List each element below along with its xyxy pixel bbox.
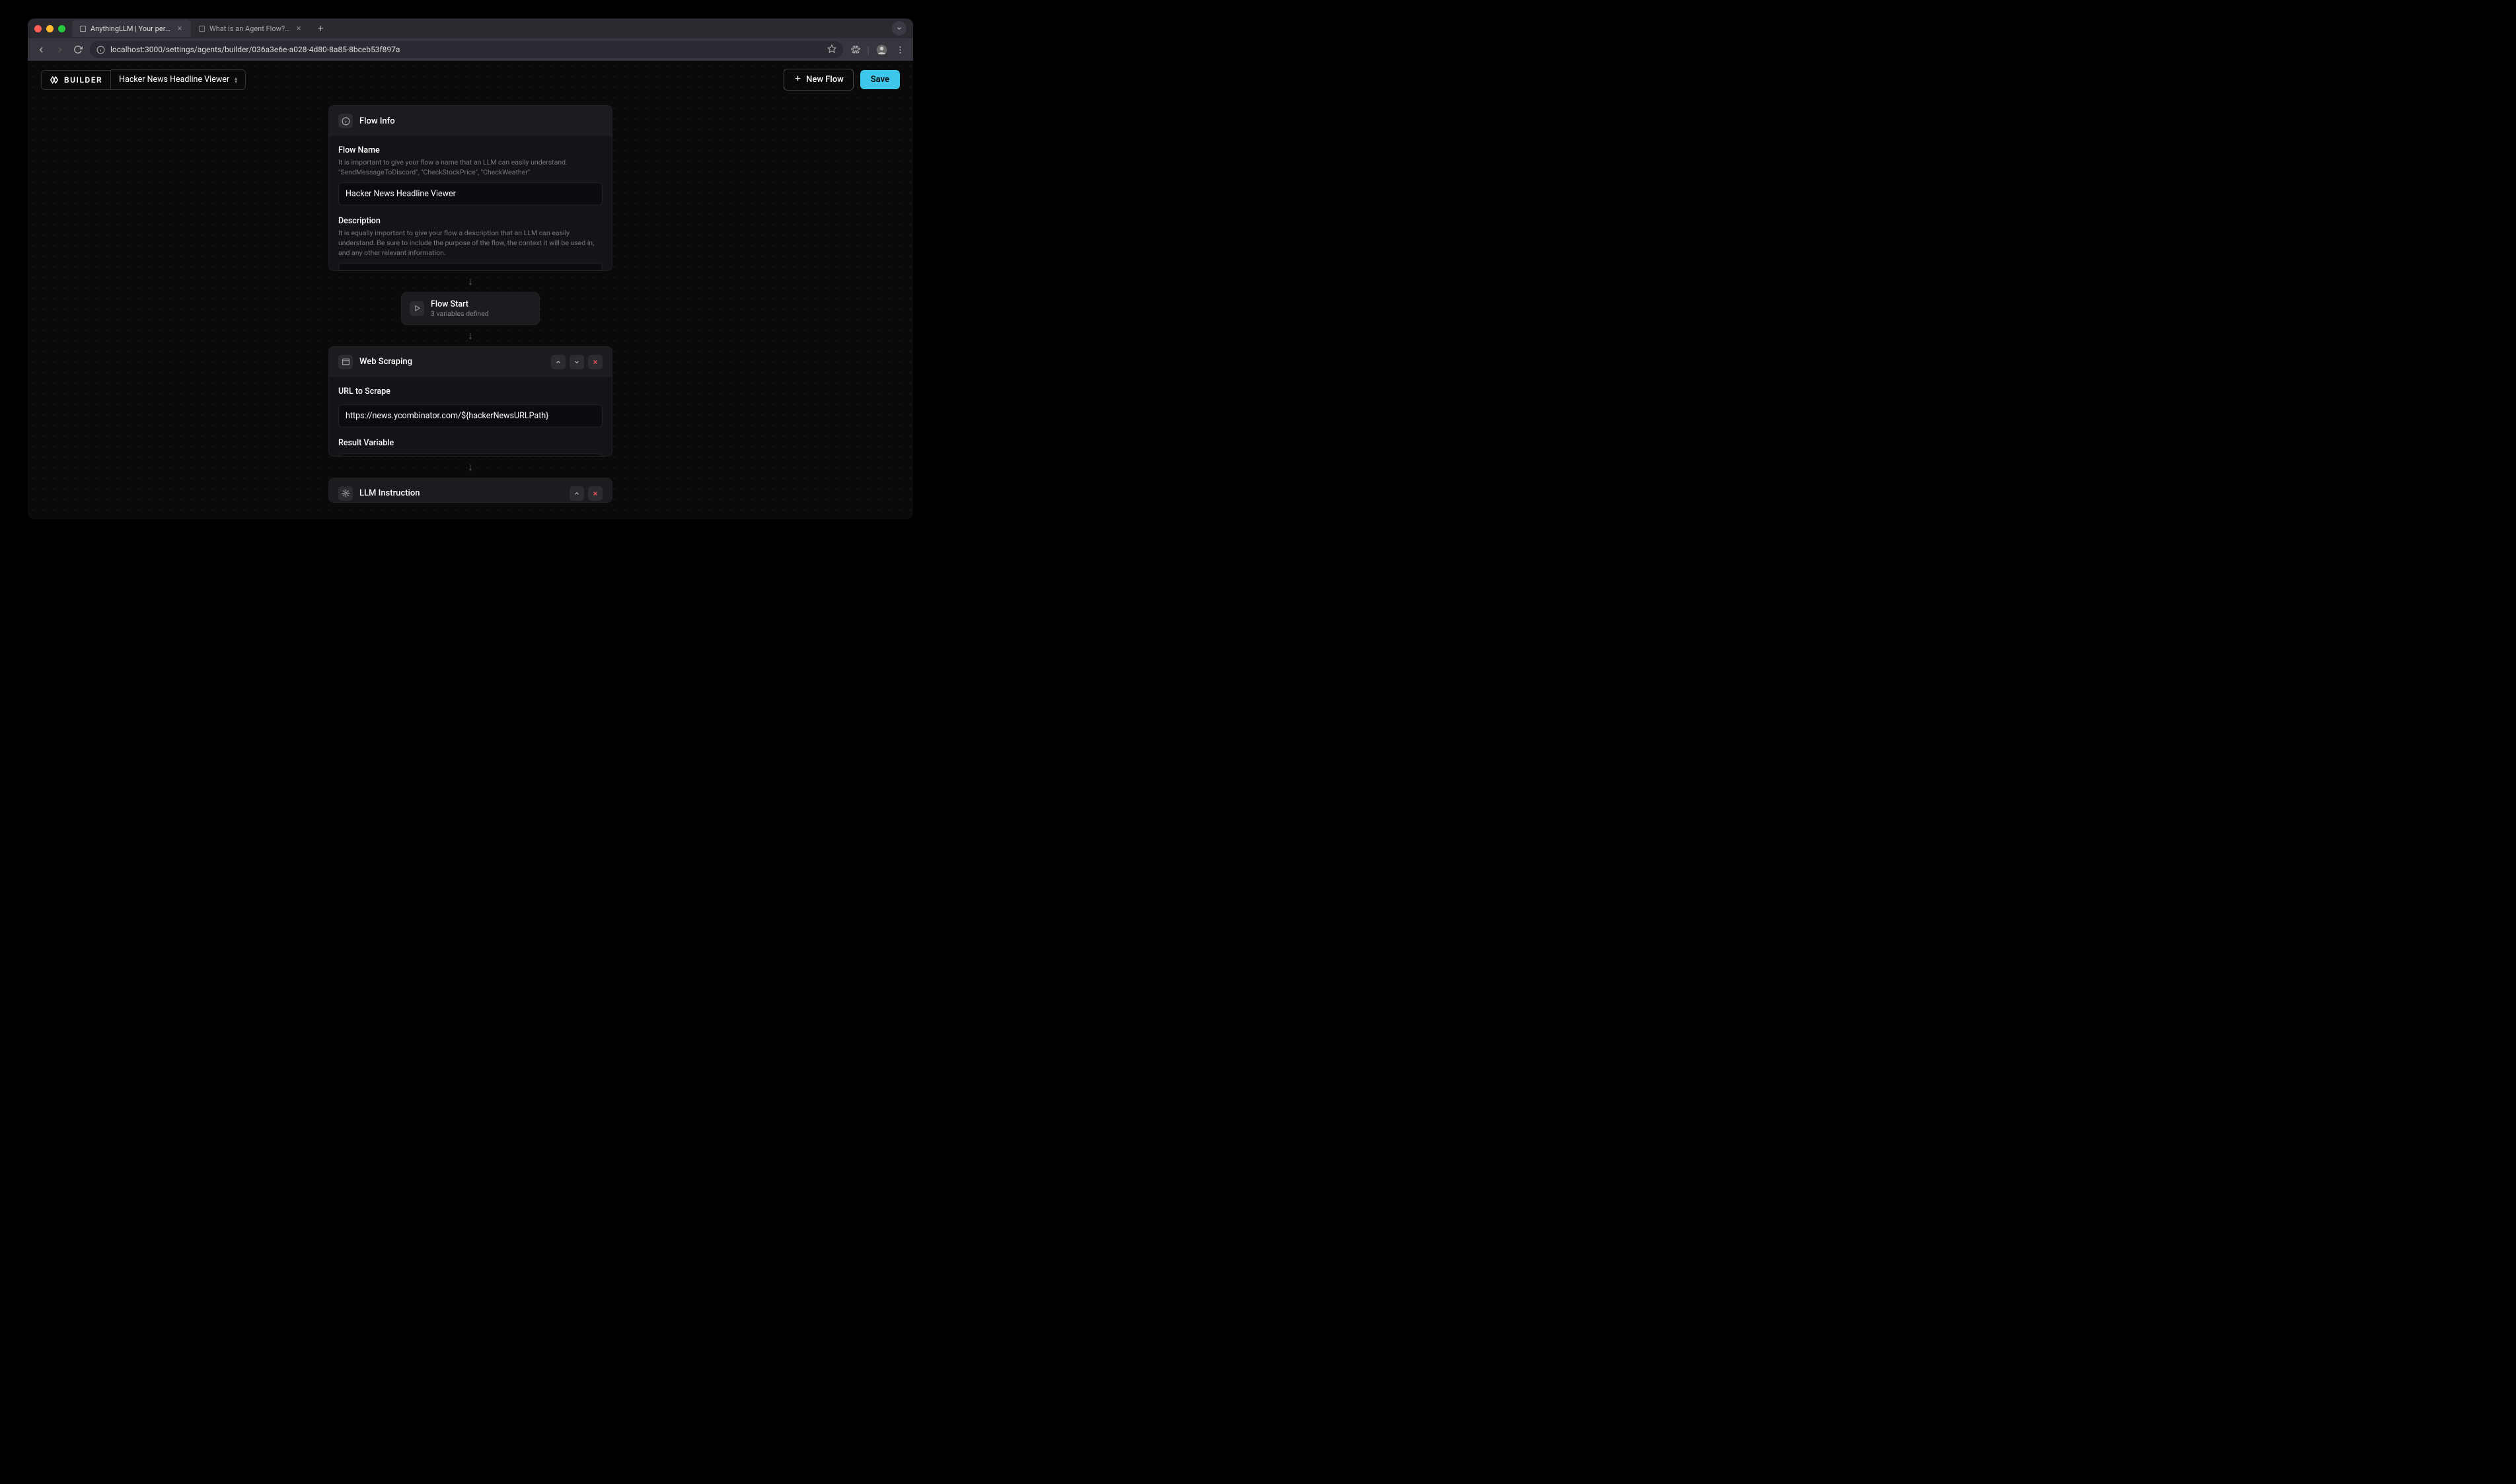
card-header: Web Scraping	[329, 347, 612, 377]
move-down-button[interactable]	[570, 355, 584, 369]
builder-badge[interactable]: BUILDER	[41, 70, 111, 90]
move-up-button[interactable]	[570, 486, 584, 501]
card-actions	[551, 355, 603, 369]
save-button[interactable]: Save	[860, 70, 900, 89]
description-label: Description	[338, 216, 603, 226]
result-var-label: Result Variable	[338, 438, 603, 448]
browser-toolbar: localhost:3000/settings/agents/builder/0…	[28, 38, 913, 61]
card-header: LLM Instruction	[329, 478, 612, 503]
result-var-group: Result Variable pageContentFromSite ⌄	[338, 438, 603, 457]
header-right: New Flow Save	[784, 69, 900, 91]
flow-start-title: Flow Start	[431, 299, 489, 309]
browser-window: AnythingLLM | Your personal… × What is a…	[28, 19, 913, 519]
tab-dropdown-button[interactable]	[892, 21, 906, 36]
tab-favicon-icon	[79, 24, 87, 32]
flow-info-card: Flow Info Flow Name It is important to g…	[328, 105, 612, 271]
web-scraping-card: Web Scraping U	[328, 346, 612, 457]
card-title: Flow Info	[359, 116, 603, 126]
description-textarea[interactable]: This tool can be used to visit hacker ne…	[338, 263, 603, 270]
url-group: URL to Scrape	[338, 387, 603, 427]
flow-name-input[interactable]	[338, 182, 603, 205]
card-body: Flow Name It is important to give your f…	[329, 136, 612, 271]
window-maximize-button[interactable]	[58, 25, 65, 32]
profile-icon[interactable]	[875, 44, 888, 56]
description-group: Description It is equally important to g…	[338, 216, 603, 270]
delete-button[interactable]	[588, 486, 603, 501]
move-up-button[interactable]	[551, 355, 566, 369]
bookmark-icon[interactable]	[827, 44, 836, 56]
url-input[interactable]	[338, 404, 603, 427]
card-body: URL to Scrape Result Variable pageConten…	[329, 377, 612, 457]
card-header: Flow Info	[329, 106, 612, 136]
flow-start-card[interactable]: Flow Start 3 variables defined	[401, 292, 540, 325]
url-label: URL to Scrape	[338, 387, 603, 396]
tab-title: What is an Agent Flow? ~ An…	[209, 24, 290, 33]
tab-close-icon[interactable]: ×	[294, 24, 303, 34]
arrow-down-icon: ↓	[468, 457, 473, 478]
extensions-icon[interactable]	[848, 45, 862, 55]
arrow-down-icon: ↓	[468, 325, 473, 346]
chevron-updown-icon: ▴▾	[235, 77, 237, 83]
brain-icon	[338, 486, 353, 501]
flow-name-label: Flow Name	[338, 145, 603, 155]
card-title: LLM Instruction	[359, 488, 563, 498]
app-logo-icon	[50, 75, 59, 85]
browser-tab[interactable]: What is an Agent Flow? ~ An… ×	[191, 20, 310, 37]
arrow-down-icon: ↓	[468, 271, 473, 292]
browser-tab-active[interactable]: AnythingLLM | Your personal… ×	[72, 20, 191, 37]
app-header: BUILDER Hacker News Headline Viewer ▴▾ N…	[28, 61, 913, 98]
new-tab-button[interactable]: +	[314, 22, 328, 34]
separator: |	[867, 44, 870, 56]
play-icon	[410, 301, 424, 316]
info-icon	[338, 114, 353, 128]
card-title: Web Scraping	[359, 357, 544, 367]
plus-icon	[794, 74, 802, 85]
description-hint: It is equally important to give your flo…	[338, 229, 603, 258]
tab-favicon-icon	[198, 24, 205, 32]
header-left: BUILDER Hacker News Headline Viewer ▴▾	[41, 69, 246, 90]
save-label: Save	[871, 75, 889, 85]
traffic-lights	[34, 25, 65, 32]
delete-button[interactable]	[588, 355, 603, 369]
app-content: BUILDER Hacker News Headline Viewer ▴▾ N…	[28, 61, 913, 519]
kebab-menu-icon[interactable]	[893, 45, 906, 55]
url-text: localhost:3000/settings/agents/builder/0…	[110, 45, 822, 54]
back-button[interactable]	[34, 45, 48, 55]
window-close-button[interactable]	[34, 25, 42, 32]
window-minimize-button[interactable]	[46, 25, 54, 32]
new-flow-button[interactable]: New Flow	[784, 69, 854, 91]
reload-button[interactable]	[71, 45, 85, 54]
new-flow-label: New Flow	[806, 75, 844, 85]
flow-start-subtitle: 3 variables defined	[431, 309, 489, 318]
forward-button[interactable]	[53, 45, 66, 55]
flow-start-text: Flow Start 3 variables defined	[431, 299, 489, 318]
flow-name-group: Flow Name It is important to give your f…	[338, 145, 603, 205]
site-info-icon[interactable]	[96, 46, 105, 54]
tab-title: AnythingLLM | Your personal…	[91, 24, 171, 33]
browser-icon	[338, 355, 353, 369]
titlebar-right	[892, 21, 906, 36]
flow-canvas[interactable]: Flow Info Flow Name It is important to g…	[28, 98, 913, 519]
flow-selector[interactable]: Hacker News Headline Viewer ▴▾	[111, 69, 246, 90]
titlebar: AnythingLLM | Your personal… × What is a…	[28, 19, 913, 38]
address-bar[interactable]: localhost:3000/settings/agents/builder/0…	[90, 41, 843, 58]
builder-label: BUILDER	[64, 75, 102, 85]
llm-instruction-card: LLM Instruction	[328, 478, 612, 503]
card-actions	[570, 486, 603, 501]
flow-name-hint: It is important to give your flow a name…	[338, 158, 603, 177]
tab-close-icon[interactable]: ×	[175, 24, 184, 34]
flow-selector-name: Hacker News Headline Viewer	[119, 75, 229, 85]
browser-tabs: AnythingLLM | Your personal… × What is a…	[72, 19, 892, 38]
